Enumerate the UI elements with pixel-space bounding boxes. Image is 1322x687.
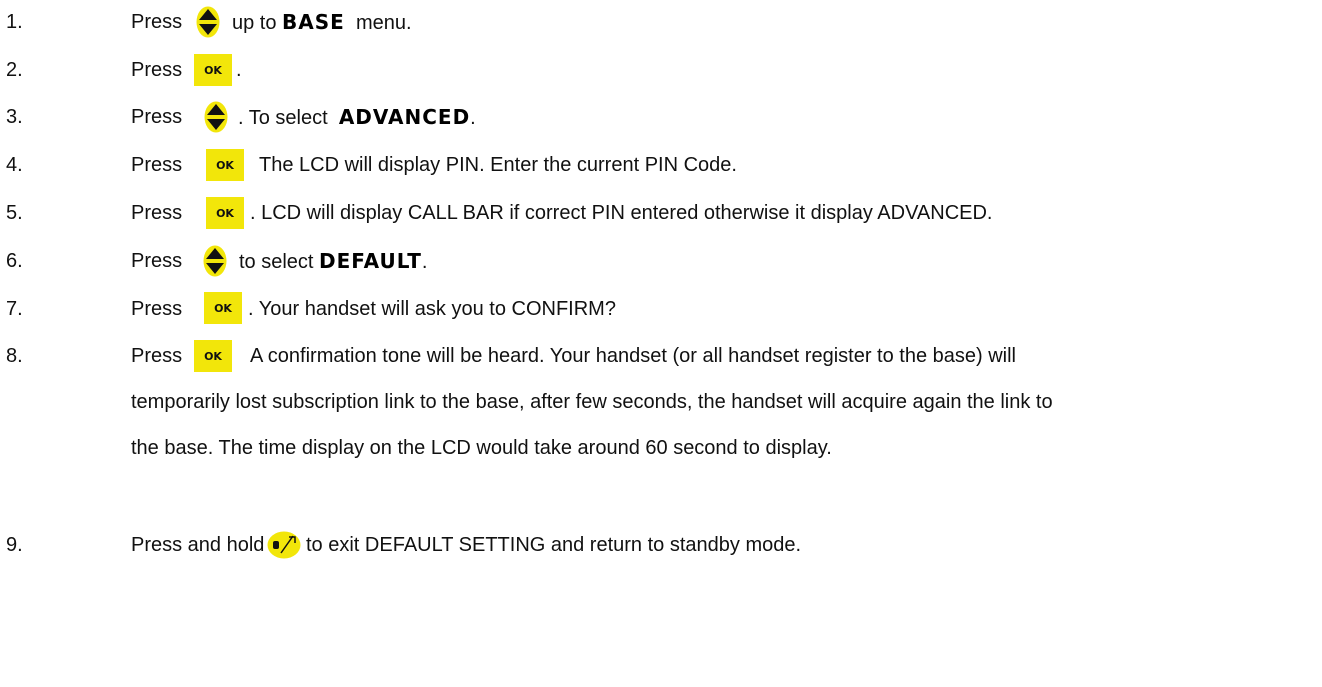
ok-key-icon: OK [206, 197, 244, 229]
step-text-continued: the base. The time display on the LCD wo… [131, 437, 832, 459]
step-number: 2. [6, 59, 23, 81]
ok-key-icon: OK [194, 340, 232, 372]
press-text: Press and hold [131, 534, 265, 556]
step-text: up to [232, 12, 277, 34]
step-text: . LCD will display CALL BAR if correct P… [250, 202, 993, 224]
step-7: 7. Press OK . Your handset will ask you … [0, 289, 1322, 329]
menu-keyword: DEFAULT [319, 249, 422, 273]
end-call-key-icon [267, 531, 301, 559]
step-text: to select [239, 251, 314, 273]
up-down-navigation-key-icon [204, 101, 228, 133]
step-2: 2. Press OK . [0, 50, 1322, 90]
press-text: Press [131, 202, 183, 224]
menu-keyword: ADVANCED [338, 105, 471, 129]
step-text: . Your handset will ask you to CONFIRM? [248, 298, 616, 320]
step-text: The LCD will display PIN. Enter the curr… [259, 154, 737, 176]
step-number: 3. [6, 106, 23, 128]
step-text-end: . [470, 107, 476, 129]
step-6: 6. Press to select DEFAULT. [0, 241, 1322, 281]
step-8: 8. Press OK A confirmation tone will be … [0, 336, 1322, 466]
step-text: . [236, 59, 242, 81]
step-3: 3. Press . To select ADVANCED. [0, 97, 1322, 137]
press-text: Press [131, 154, 183, 176]
menu-keyword: BASE [282, 10, 345, 34]
step-number: 4. [6, 154, 23, 176]
ok-key-icon: OK [194, 54, 232, 86]
step-text-end: menu. [355, 12, 412, 34]
press-text: Press [131, 298, 183, 320]
step-number: 9. [6, 534, 23, 556]
step-5: 5. Press OK . LCD will display CALL BAR … [0, 193, 1322, 233]
press-text: Press [131, 59, 183, 81]
up-down-navigation-key-icon [196, 6, 220, 38]
ok-key-icon: OK [204, 292, 242, 324]
press-text: Press [131, 11, 183, 33]
step-1: 1. Press up to BASE menu. [0, 2, 1322, 42]
step-number: 7. [6, 298, 23, 320]
step-text: to exit DEFAULT SETTING and return to st… [306, 534, 802, 556]
step-number: 5. [6, 202, 23, 224]
press-text: Press [131, 106, 183, 128]
step-text-end: . [421, 251, 428, 273]
step-9: 9. Press and hold to exit DEFAULT SETTIN… [0, 525, 1322, 565]
step-text: . To select [238, 107, 328, 129]
step-text: A confirmation tone will be heard. Your … [250, 345, 1016, 367]
ok-key-icon: OK [206, 149, 244, 181]
step-number: 6. [6, 250, 23, 272]
step-4: 4. Press OK The LCD will display PIN. En… [0, 145, 1322, 185]
press-text: Press [131, 345, 183, 367]
up-down-navigation-key-icon [203, 245, 227, 277]
step-text-continued: temporarily lost subscription link to th… [131, 391, 1053, 413]
press-text: Press [131, 250, 183, 272]
step-number: 8. [6, 345, 23, 367]
step-number: 1. [6, 11, 23, 33]
